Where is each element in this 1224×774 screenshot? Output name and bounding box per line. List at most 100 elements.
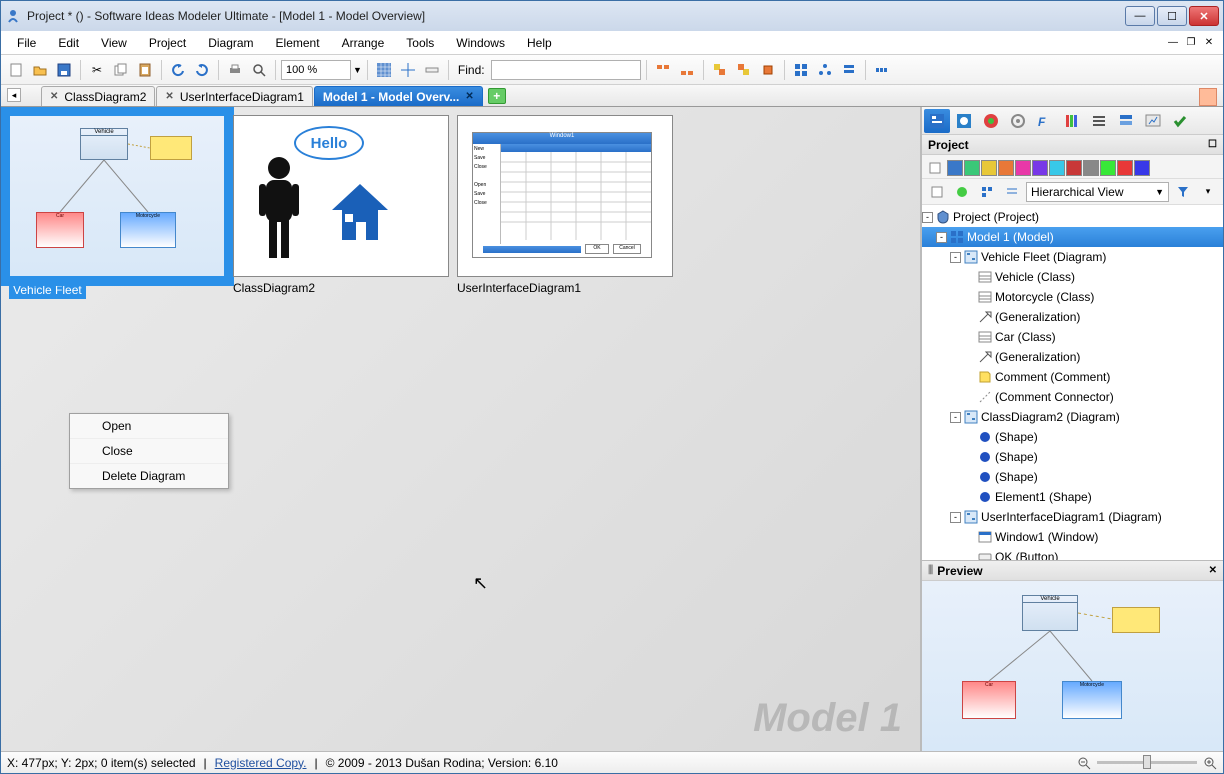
layout-button-3[interactable] <box>838 59 860 81</box>
panel-tab-2[interactable] <box>951 109 977 133</box>
grid-button[interactable] <box>373 59 395 81</box>
menu-view[interactable]: View <box>91 33 137 53</box>
panel-tab-project[interactable] <box>924 109 950 133</box>
diagram-thumb-userinterfacediagram1[interactable]: Window1 NewSaveCloseOpenSaveClose <box>457 115 673 299</box>
align-button-1[interactable] <box>652 59 674 81</box>
preview-grip-icon[interactable]: ⦀ <box>928 563 933 578</box>
mdi-restore-icon[interactable]: ❐ <box>1183 36 1199 50</box>
menu-file[interactable]: File <box>7 33 46 53</box>
color-swatch-0[interactable] <box>947 160 963 176</box>
maximize-button[interactable]: ☐ <box>1157 6 1187 26</box>
tree-expand-icon[interactable]: - <box>950 252 961 263</box>
tree-node[interactable]: OK (Button) <box>922 547 1223 561</box>
color-swatch-5[interactable] <box>1032 160 1048 176</box>
align-button-2[interactable] <box>676 59 698 81</box>
zoom-out-icon[interactable] <box>1077 756 1091 770</box>
open-button[interactable] <box>29 59 51 81</box>
view-mode-select[interactable]: Hierarchical View▼ <box>1026 182 1169 202</box>
menu-element[interactable]: Element <box>266 33 330 53</box>
status-registered-link[interactable]: Registered Copy. <box>215 756 307 770</box>
redo-button[interactable] <box>191 59 213 81</box>
find-input[interactable] <box>491 60 641 80</box>
proj-tool-more[interactable]: ▾ <box>1197 181 1219 203</box>
panel-minimize-icon[interactable]: ☐ <box>1208 139 1217 150</box>
tab-classdiagram2[interactable]: ✕ClassDiagram2 <box>41 86 155 106</box>
panel-tab-6[interactable] <box>1059 109 1085 133</box>
tree-node[interactable]: -ClassDiagram2 (Diagram) <box>922 407 1223 427</box>
tab-options-icon[interactable] <box>1199 88 1217 106</box>
tree-expand-icon[interactable]: - <box>922 212 933 223</box>
color-swatch-6[interactable] <box>1049 160 1065 176</box>
model-overview-canvas[interactable]: Vehicle Car Motorcycle Vehicle Fleet Hel… <box>1 107 921 751</box>
undo-button[interactable] <box>167 59 189 81</box>
color-swatch-2[interactable] <box>981 160 997 176</box>
palette-icon[interactable] <box>924 157 946 179</box>
layout-button-2[interactable] <box>814 59 836 81</box>
menu-project[interactable]: Project <box>139 33 196 53</box>
group-button-3[interactable] <box>757 59 779 81</box>
tree-expand-icon[interactable]: - <box>936 232 947 243</box>
mdi-close-icon[interactable]: ✕ <box>1201 36 1217 50</box>
color-swatch-1[interactable] <box>964 160 980 176</box>
filter-button[interactable] <box>1172 181 1194 203</box>
menu-arrange[interactable]: Arrange <box>332 33 395 53</box>
proj-tool-4[interactable] <box>1001 181 1023 203</box>
tree-node[interactable]: Comment (Comment) <box>922 367 1223 387</box>
tree-expand-icon[interactable]: - <box>950 512 961 523</box>
new-button[interactable] <box>5 59 27 81</box>
ruler-button[interactable] <box>421 59 443 81</box>
zoom-in-icon[interactable] <box>1203 756 1217 770</box>
context-delete-diagram[interactable]: Delete Diagram <box>70 464 228 488</box>
menu-diagram[interactable]: Diagram <box>198 33 263 53</box>
group-button-2[interactable] <box>733 59 755 81</box>
save-button[interactable] <box>53 59 75 81</box>
group-button-1[interactable] <box>709 59 731 81</box>
preview-body[interactable]: Vehicle Car Motorcycle <box>922 581 1223 751</box>
diagram-thumb-vehicle-fleet[interactable]: Vehicle Car Motorcycle Vehicle Fleet <box>9 115 225 299</box>
color-swatch-4[interactable] <box>1015 160 1031 176</box>
color-swatch-3[interactable] <box>998 160 1014 176</box>
panel-tab-5[interactable]: F <box>1032 109 1058 133</box>
panel-tab-10[interactable] <box>1167 109 1193 133</box>
layout-button-1[interactable] <box>790 59 812 81</box>
panel-tab-8[interactable] <box>1113 109 1139 133</box>
tab-userinterfacediagram1[interactable]: ✕UserInterfaceDiagram1 <box>156 86 312 106</box>
proj-tool-2[interactable] <box>951 181 973 203</box>
tab-close-icon[interactable]: ✕ <box>465 91 473 102</box>
tree-node[interactable]: Motorcycle (Class) <box>922 287 1223 307</box>
mdi-minimize-icon[interactable]: — <box>1165 36 1181 50</box>
tree-node[interactable]: (Generalization) <box>922 307 1223 327</box>
tree-node[interactable]: (Shape) <box>922 467 1223 487</box>
color-swatch-8[interactable] <box>1083 160 1099 176</box>
color-swatch-10[interactable] <box>1117 160 1133 176</box>
tree-node[interactable]: (Generalization) <box>922 347 1223 367</box>
panel-tab-3[interactable] <box>978 109 1004 133</box>
menu-windows[interactable]: Windows <box>446 33 515 53</box>
snap-button[interactable] <box>397 59 419 81</box>
menu-edit[interactable]: Edit <box>48 33 89 53</box>
tree-node[interactable]: -Vehicle Fleet (Diagram) <box>922 247 1223 267</box>
tree-expand-icon[interactable]: - <box>950 412 961 423</box>
project-tree[interactable]: -Project (Project)-Model 1 (Model)-Vehic… <box>922 205 1223 561</box>
close-button[interactable]: ✕ <box>1189 6 1219 26</box>
tab-close-icon[interactable]: ✕ <box>50 91 58 102</box>
tab-model1-overview[interactable]: Model 1 - Model Overv...✕ <box>314 86 483 106</box>
tab-scroll-left[interactable]: ◂ <box>7 88 21 102</box>
copy-button[interactable] <box>110 59 132 81</box>
zoom-input[interactable] <box>281 60 351 80</box>
tree-node[interactable]: -UserInterfaceDiagram1 (Diagram) <box>922 507 1223 527</box>
tree-node[interactable]: Car (Class) <box>922 327 1223 347</box>
preview-button[interactable] <box>248 59 270 81</box>
tree-node[interactable]: -Project (Project) <box>922 207 1223 227</box>
paste-button[interactable] <box>134 59 156 81</box>
proj-tool-1[interactable] <box>926 181 948 203</box>
tree-node[interactable]: (Comment Connector) <box>922 387 1223 407</box>
cut-button[interactable]: ✂ <box>86 59 108 81</box>
tree-node[interactable]: Window1 (Window) <box>922 527 1223 547</box>
layout-button-4[interactable] <box>871 59 893 81</box>
context-open[interactable]: Open <box>70 414 228 439</box>
menu-help[interactable]: Help <box>517 33 562 53</box>
panel-tab-9[interactable] <box>1140 109 1166 133</box>
tab-close-icon[interactable]: ✕ <box>165 91 173 102</box>
tree-node[interactable]: (Shape) <box>922 427 1223 447</box>
